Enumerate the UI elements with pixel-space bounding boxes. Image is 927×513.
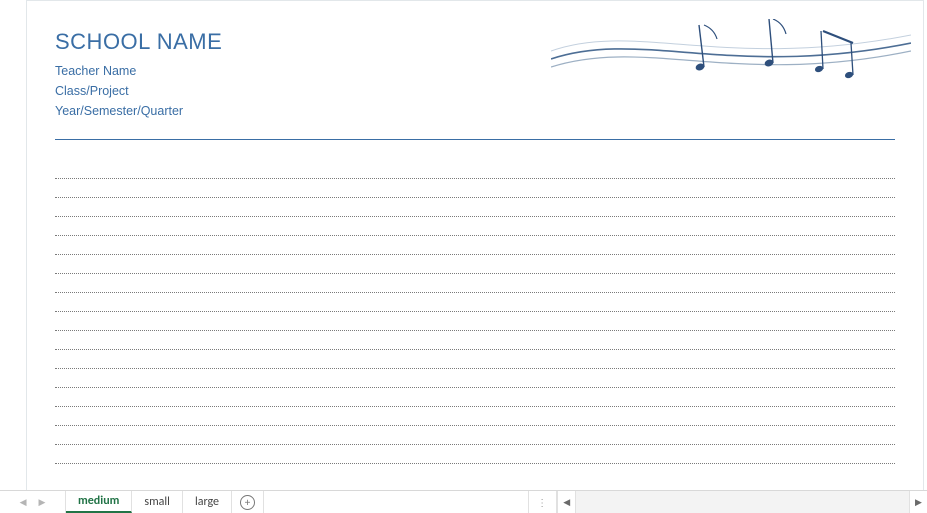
tabs-host: medium small large — [66, 491, 232, 513]
rule-line — [55, 216, 895, 217]
rule-line — [55, 425, 895, 426]
rule-line — [55, 311, 895, 312]
scroll-left-icon[interactable]: ◀ — [557, 491, 575, 513]
ruled-lines — [55, 178, 895, 464]
teacher-name: Teacher Name — [55, 61, 895, 81]
rule-line — [55, 197, 895, 198]
rule-line — [55, 292, 895, 293]
plus-icon: + — [240, 495, 255, 510]
year-term: Year/Semester/Quarter — [55, 101, 895, 121]
sheet-tab-medium[interactable]: medium — [66, 491, 132, 513]
tab-nav-next-icon: ▶ — [39, 497, 46, 508]
sheet-tab-label: small — [144, 495, 170, 509]
rule-line — [55, 444, 895, 445]
rule-line — [55, 178, 895, 179]
page: SCHOOL NAME Teacher Name Class/Project Y… — [26, 0, 924, 490]
page-viewport: SCHOOL NAME Teacher Name Class/Project Y… — [26, 0, 927, 490]
tabbar-spacer — [264, 491, 529, 513]
rule-line — [55, 330, 895, 331]
sheet-tab-bar: ◀ ▶ medium small large + ⋮ ◀ ▶ — [0, 490, 927, 513]
rule-line — [55, 368, 895, 369]
tab-nav-prev-icon: ◀ — [20, 497, 27, 508]
sheet-tab-small[interactable]: small — [132, 491, 183, 513]
new-sheet-button[interactable]: + — [232, 491, 264, 513]
tabbar-drag-handle[interactable]: ⋮ — [529, 491, 557, 513]
workspace: SCHOOL NAME Teacher Name Class/Project Y… — [0, 0, 927, 513]
rule-line — [55, 406, 895, 407]
sheet-tab-large[interactable]: large — [183, 491, 232, 513]
rule-line — [55, 273, 895, 274]
sheet-tab-label: medium — [78, 494, 119, 508]
rule-line — [55, 235, 895, 236]
tab-nav-arrows[interactable]: ◀ ▶ — [0, 491, 66, 513]
rule-line — [55, 387, 895, 388]
horizontal-scrollbar[interactable]: ◀ ▶ — [557, 491, 927, 513]
rule-line — [55, 254, 895, 255]
header-separator — [55, 139, 895, 140]
scroll-right-icon[interactable]: ▶ — [909, 491, 927, 513]
sheet-tab-label: large — [195, 495, 219, 509]
rule-line — [55, 349, 895, 350]
rule-line — [55, 463, 895, 464]
class-project: Class/Project — [55, 81, 895, 101]
school-name: SCHOOL NAME — [55, 29, 895, 55]
scroll-track[interactable] — [575, 491, 909, 513]
